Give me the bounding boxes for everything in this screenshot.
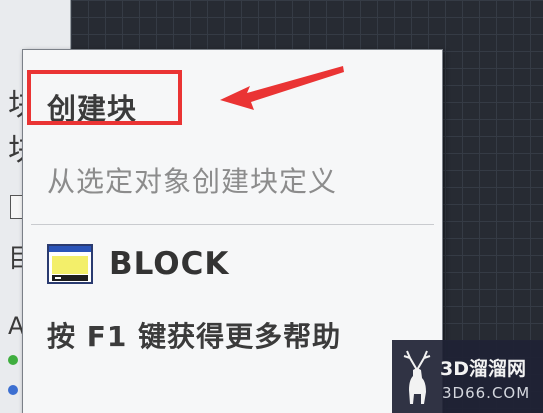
autocad-workspace: 块 块 目 A 创建块 从选定对象创建块定义 BLOCK 按 F1 键获得更多帮… (0, 0, 543, 413)
command-row: BLOCK (47, 242, 229, 286)
deer-icon (403, 350, 431, 404)
watermark-brand: 3D溜溜网 (440, 358, 526, 380)
status-blue-dot-icon (8, 385, 18, 395)
command-name: BLOCK (109, 246, 230, 282)
tooltip-description: 从选定对象创建块定义 (47, 165, 338, 198)
tooltip-divider (31, 224, 434, 225)
title-highlight-box (27, 70, 182, 125)
red-arrow-icon (220, 66, 344, 110)
window-block-icon (47, 244, 93, 284)
watermark-domain: 3D66.COM (442, 384, 531, 402)
watermark: 3D溜溜网 3D66.COM (392, 340, 543, 413)
help-hint: 按 F1 键获得更多帮助 (47, 320, 342, 353)
status-green-dot-icon (8, 355, 18, 365)
